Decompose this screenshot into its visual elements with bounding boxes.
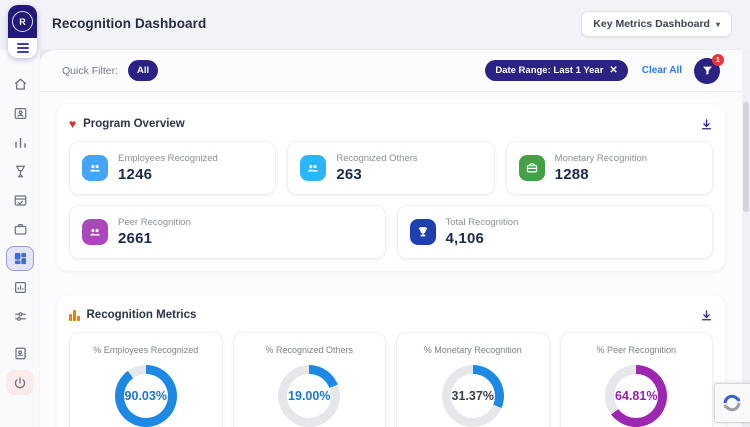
donut-value: 64.81% <box>615 389 658 403</box>
program-overview-section: ♥ Program Overview Employees Recognized … <box>57 104 725 271</box>
address-book-icon <box>14 347 26 360</box>
sidebar-item-logout[interactable] <box>6 370 34 395</box>
stat-card-recognized-others: Recognized Others 263 <box>287 141 495 195</box>
donut-title: % Employees Recognized <box>93 345 199 355</box>
stat-card-total-recognition: Total Recognition 4,106 <box>396 205 713 259</box>
dashboard-selector[interactable]: Key Metrics Dashboard ▾ <box>581 11 732 37</box>
sidebar <box>0 50 40 427</box>
sidebar-toggle-button[interactable] <box>8 38 37 58</box>
donut-card-recognized-others: % Recognized Others 19.00% <box>232 332 386 427</box>
filter-button[interactable]: 1 <box>694 53 724 84</box>
scrollbar[interactable] <box>742 50 750 427</box>
filter-bar: Quick Filter: All Date Range: Last 1 Yea… <box>40 50 742 92</box>
date-range-chip-label: Date Range: Last 1 Year <box>495 65 604 76</box>
stat-value: 2661 <box>118 230 153 247</box>
stat-value: 1288 <box>554 166 589 183</box>
clear-all-link[interactable]: Clear All <box>642 65 682 76</box>
logo-letter: R <box>12 11 33 32</box>
chevron-down-icon: ▾ <box>715 19 720 29</box>
people-icon <box>300 155 327 181</box>
program-overview-title: Program Overview <box>83 118 185 130</box>
sidebar-item-chart-square[interactable] <box>6 275 34 300</box>
briefcase-icon <box>14 224 26 235</box>
sidebar-item-bar-chart[interactable] <box>6 130 34 155</box>
filter-chip-all[interactable]: All <box>128 60 159 81</box>
download-icon <box>701 309 712 320</box>
id-card-icon <box>14 108 26 119</box>
stat-card-peer-recognition: Peer Recognition 2661 <box>69 205 386 259</box>
donut-card-peer-recognition: % Peer Recognition 64.81% <box>559 332 713 427</box>
sidebar-item-dashboard[interactable] <box>6 246 34 271</box>
stat-value: 4,106 <box>445 230 485 247</box>
chart-square-icon <box>14 282 26 293</box>
main-content: Quick Filter: All Date Range: Last 1 Yea… <box>40 50 742 427</box>
bar-chart-icon <box>69 309 80 321</box>
close-icon[interactable]: ✕ <box>609 65 617 76</box>
dashboard-grid-icon <box>14 252 26 265</box>
recognition-metrics-title: Recognition Metrics <box>86 309 197 321</box>
donut-card-employees-recognized: % Employees Recognized 90.03% <box>69 332 223 427</box>
stat-card-employees-recognized: Employees Recognized 1246 <box>69 141 277 195</box>
sidebar-item-address-book[interactable] <box>6 341 34 366</box>
download-program-overview-button[interactable] <box>700 118 713 131</box>
quick-filter-label: Quick Filter: <box>62 64 119 77</box>
scrollbar-thumb[interactable] <box>743 102 749 212</box>
donut-title: % Monetary Recognition <box>423 345 522 355</box>
funnel-icon <box>702 66 712 75</box>
sliders-icon <box>14 312 26 321</box>
recognition-metrics-section: Recognition Metrics % Employees Recogniz… <box>57 295 725 427</box>
download-recognition-metrics-button[interactable] <box>700 309 713 322</box>
briefcase-icon <box>518 155 545 181</box>
home-icon <box>14 78 26 90</box>
sidebar-item-sliders[interactable] <box>6 304 34 329</box>
page-title: Recognition Dashboard <box>52 16 207 31</box>
recaptcha-icon <box>723 394 741 412</box>
stat-label: Employees Recognized <box>118 153 218 164</box>
people-icon <box>82 155 108 181</box>
hamburger-icon <box>16 43 29 53</box>
bar-chart-icon <box>14 138 26 148</box>
sidebar-item-award[interactable] <box>6 159 34 184</box>
award-icon <box>15 165 25 178</box>
trophy-icon <box>409 219 436 245</box>
donut-value: 19.00% <box>288 389 331 403</box>
dashboard-selector-label: Key Metrics Dashboard <box>593 18 710 30</box>
stat-card-monetary-recognition: Monetary Recognition 1288 <box>505 141 713 195</box>
donut-card-monetary-recognition: % Monetary Recognition 31.37% <box>396 332 550 427</box>
stat-value: 263 <box>336 166 362 183</box>
people-icon <box>82 219 108 245</box>
recaptcha-badge[interactable] <box>714 383 750 423</box>
sidebar-item-card-check[interactable] <box>6 188 34 213</box>
donut-value: 90.03% <box>124 389 167 403</box>
top-header: Recognition Dashboard Key Metrics Dashbo… <box>0 0 750 50</box>
logo-mark: R <box>8 5 37 38</box>
heart-icon: ♥ <box>69 117 77 131</box>
stat-label: Peer Recognition <box>118 217 191 228</box>
sidebar-item-briefcase[interactable] <box>6 217 34 242</box>
stat-value: 1246 <box>118 166 153 183</box>
sidebar-item-home[interactable] <box>6 72 34 97</box>
download-icon <box>701 118 712 129</box>
filter-chip-date-range[interactable]: Date Range: Last 1 Year ✕ <box>485 60 628 81</box>
donut-title: % Recognized Others <box>265 345 354 355</box>
power-icon <box>14 376 26 388</box>
app-logo: R <box>8 5 37 58</box>
donut-title: % Peer Recognition <box>596 345 677 355</box>
card-check-icon <box>14 195 26 206</box>
stat-label: Total Recognition <box>445 217 519 228</box>
donut-value: 31.37% <box>451 389 494 403</box>
sidebar-item-id-card[interactable] <box>6 101 34 126</box>
stat-label: Recognized Others <box>336 153 418 164</box>
filter-count-badge: 1 <box>712 53 724 66</box>
stat-label: Monetary Recognition <box>554 153 648 164</box>
